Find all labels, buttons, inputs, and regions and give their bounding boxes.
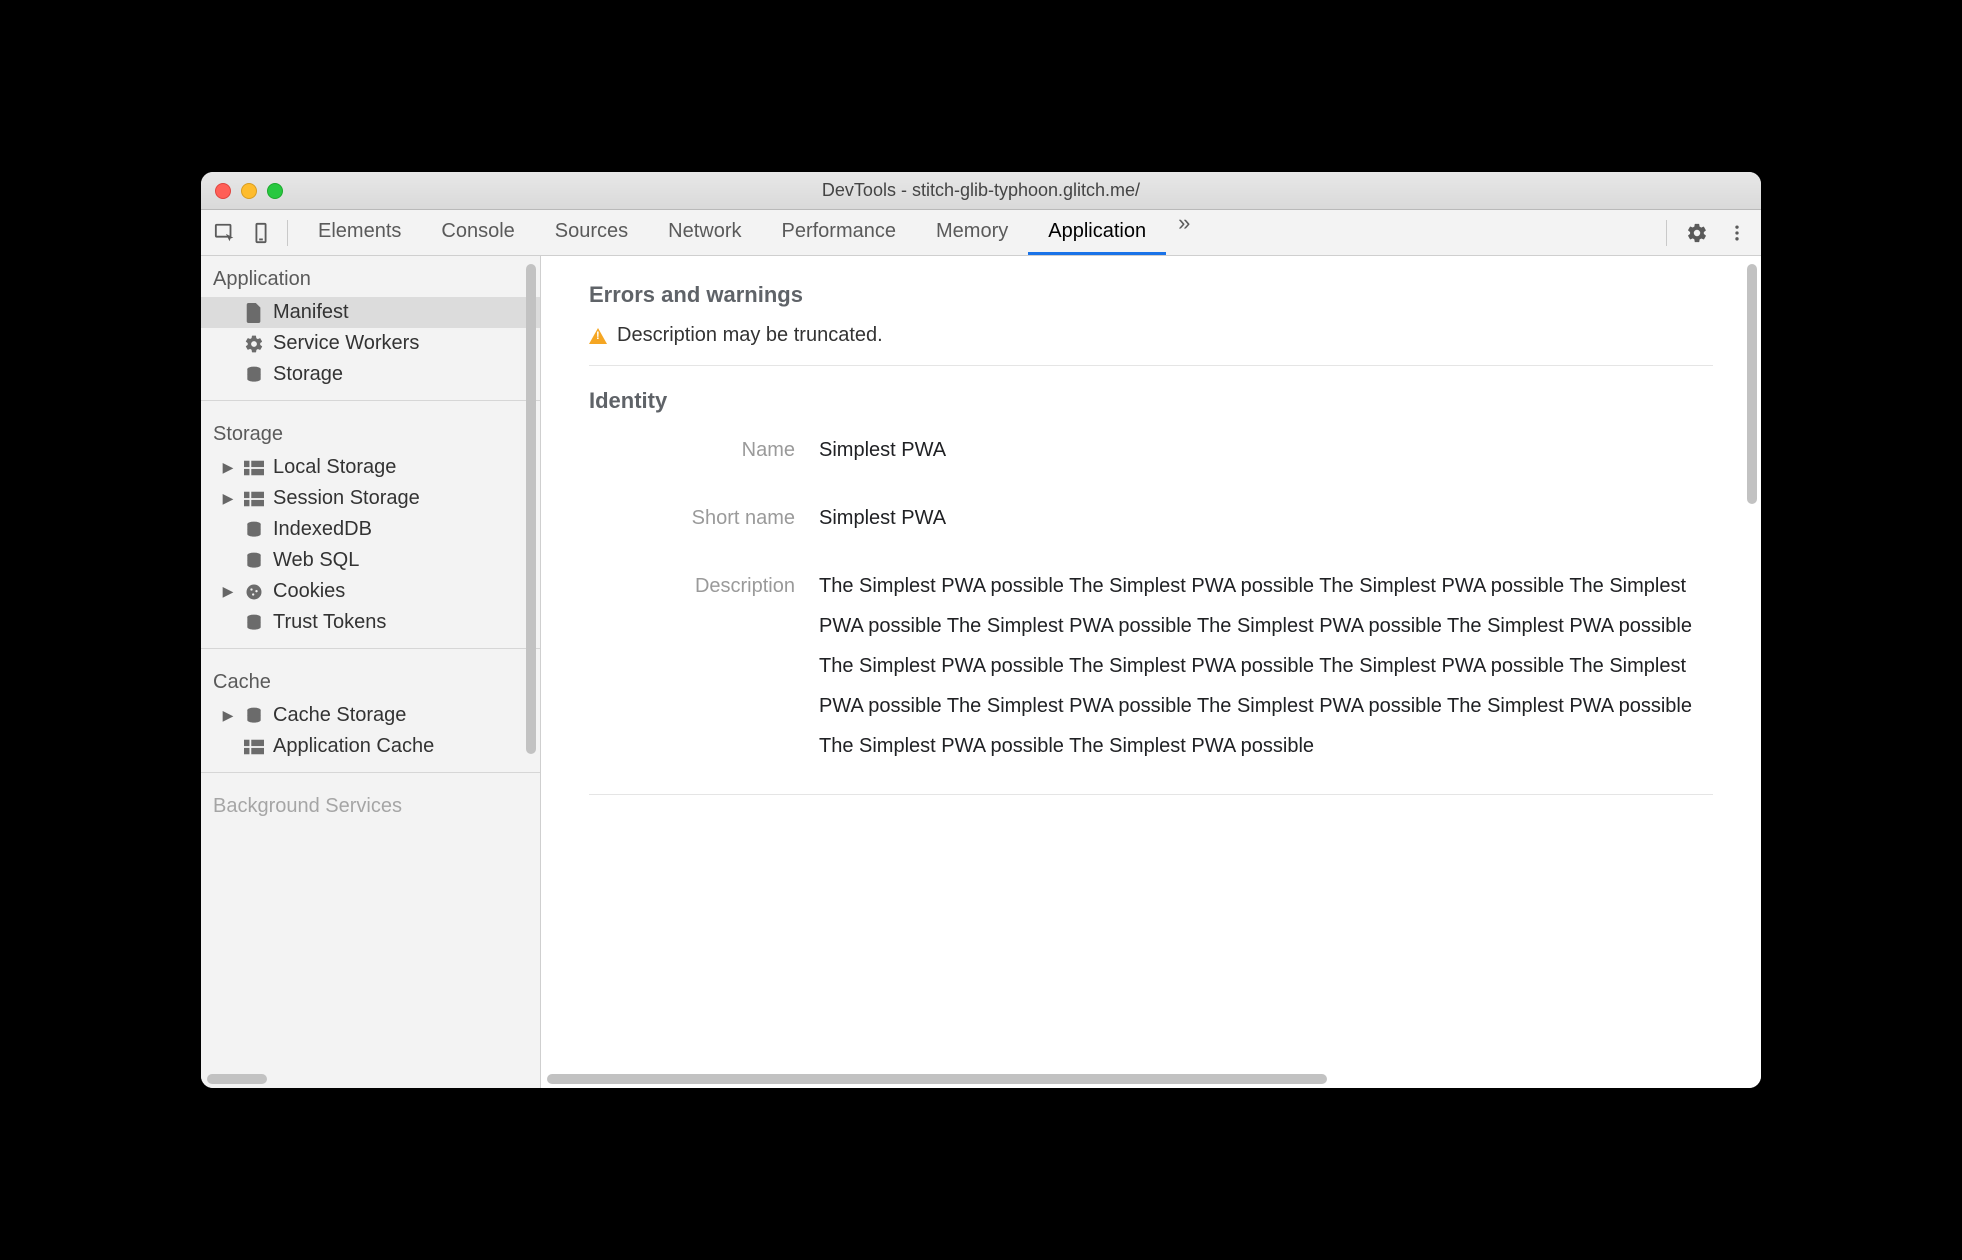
maximize-window-button[interactable] [267, 183, 283, 199]
sidebar-item-trust-tokens[interactable]: Trust Tokens [201, 607, 540, 638]
tab-performance[interactable]: Performance [762, 210, 917, 255]
identity-description-row: Description The Simplest PWA possible Th… [589, 566, 1713, 766]
database-icon [243, 364, 265, 386]
sidebar-divider [201, 648, 540, 649]
settings-gear-icon[interactable] [1681, 217, 1713, 249]
chevron-right-icon: ▶ [221, 583, 235, 600]
sidebar-horizontal-scrollbar[interactable] [207, 1074, 534, 1084]
sidebar-section-storage: Storage [201, 411, 540, 452]
tab-memory[interactable]: Memory [916, 210, 1028, 255]
sidebar-item-label: Web SQL [273, 549, 359, 572]
tab-network[interactable]: Network [648, 210, 761, 255]
sidebar-item-websql[interactable]: Web SQL [201, 545, 540, 576]
identity-description-label: Description [589, 575, 819, 598]
sidebar-item-local-storage[interactable]: ▶ Local Storage [201, 452, 540, 483]
identity-heading: Identity [589, 388, 1713, 414]
tab-sources[interactable]: Sources [535, 210, 648, 255]
sidebar-section-cache: Cache [201, 659, 540, 700]
sidebar-item-label: Manifest [273, 301, 349, 324]
more-tabs-icon[interactable]: » [1166, 210, 1202, 255]
grid-icon [243, 736, 265, 758]
minimize-window-button[interactable] [241, 183, 257, 199]
tab-console[interactable]: Console [421, 210, 534, 255]
titlebar: DevTools - stitch-glib-typhoon.glitch.me… [201, 172, 1761, 210]
main-vertical-scrollbar[interactable] [1747, 264, 1757, 504]
identity-name-row: Name Simplest PWA [589, 430, 1713, 470]
sidebar-divider [201, 400, 540, 401]
warning-row: Description may be truncated. [589, 324, 1713, 347]
devtools-window: DevTools - stitch-glib-typhoon.glitch.me… [201, 172, 1761, 1088]
sidebar-item-label: Service Workers [273, 332, 419, 355]
sidebar-item-label: Storage [273, 363, 343, 386]
database-icon [243, 550, 265, 572]
warning-icon [589, 328, 607, 344]
sidebar-item-cache-storage[interactable]: ▶ Cache Storage [201, 700, 540, 731]
sidebar-item-application-cache[interactable]: Application Cache [201, 731, 540, 762]
close-window-button[interactable] [215, 183, 231, 199]
application-sidebar: Application Manifest Service Workers [201, 256, 541, 1088]
manifest-panel: Errors and warnings Description may be t… [541, 256, 1761, 1088]
sidebar-item-label: IndexedDB [273, 518, 372, 541]
identity-shortname-label: Short name [589, 507, 819, 530]
sidebar-section-application: Application [201, 256, 540, 297]
chevron-right-icon: ▶ [221, 459, 235, 476]
sidebar-section-background-services: Background Services [201, 783, 540, 824]
sidebar-vertical-scrollbar[interactable] [526, 264, 536, 754]
traffic-lights [215, 183, 283, 199]
sidebar-item-label: Cache Storage [273, 704, 406, 727]
kebab-menu-icon[interactable] [1721, 217, 1753, 249]
gear-icon [243, 333, 265, 355]
sidebar-item-storage-overview[interactable]: Storage [201, 359, 540, 390]
errors-heading: Errors and warnings [589, 282, 1713, 308]
sidebar-item-label: Trust Tokens [273, 611, 386, 634]
sidebar-item-label: Cookies [273, 580, 345, 603]
toolbar-separator [1666, 220, 1667, 246]
sidebar-item-session-storage[interactable]: ▶ Session Storage [201, 483, 540, 514]
identity-name-label: Name [589, 439, 819, 462]
device-toggle-icon[interactable] [245, 217, 277, 249]
grid-icon [243, 457, 265, 479]
sidebar-item-cookies[interactable]: ▶ Cookies [201, 576, 540, 607]
sidebar-item-indexeddb[interactable]: IndexedDB [201, 514, 540, 545]
database-icon [243, 519, 265, 541]
sidebar-item-manifest[interactable]: Manifest [201, 297, 540, 328]
sidebar-item-label: Local Storage [273, 456, 396, 479]
sidebar-item-label: Application Cache [273, 735, 434, 758]
content-area: Application Manifest Service Workers [201, 256, 1761, 1088]
devtools-tabs: Elements Console Sources Network Perform… [298, 210, 1656, 255]
devtools-toolbar: Elements Console Sources Network Perform… [201, 210, 1761, 256]
window-title: DevTools - stitch-glib-typhoon.glitch.me… [201, 180, 1761, 201]
tab-elements[interactable]: Elements [298, 210, 421, 255]
warning-text: Description may be truncated. [617, 324, 883, 347]
chevron-right-icon: ▶ [221, 490, 235, 507]
identity-name-value: Simplest PWA [819, 430, 946, 470]
section-divider [589, 794, 1713, 795]
database-icon [243, 705, 265, 727]
tab-application[interactable]: Application [1028, 210, 1166, 255]
sidebar-item-label: Session Storage [273, 487, 420, 510]
identity-description-value: The Simplest PWA possible The Simplest P… [819, 566, 1713, 766]
grid-icon [243, 488, 265, 510]
file-icon [243, 302, 265, 324]
toolbar-separator [287, 220, 288, 246]
inspect-element-icon[interactable] [209, 217, 241, 249]
cookie-icon [243, 581, 265, 603]
chevron-right-icon: ▶ [221, 707, 235, 724]
identity-shortname-row: Short name Simplest PWA [589, 498, 1713, 538]
main-horizontal-scrollbar[interactable] [547, 1074, 1741, 1084]
identity-shortname-value: Simplest PWA [819, 498, 946, 538]
sidebar-item-service-workers[interactable]: Service Workers [201, 328, 540, 359]
sidebar-divider [201, 772, 540, 773]
database-icon [243, 612, 265, 634]
